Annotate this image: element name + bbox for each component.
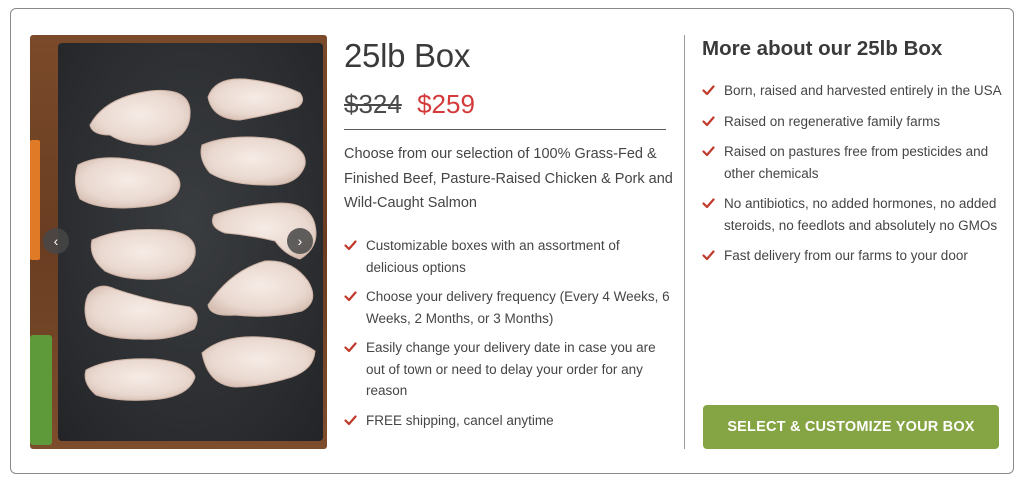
list-item: Easily change your delivery date in case… bbox=[344, 337, 674, 402]
list-item: Fast delivery from our farms to your doo… bbox=[702, 245, 1002, 267]
chevron-right-icon: › bbox=[297, 233, 303, 249]
about-list: Born, raised and harvested entirely in t… bbox=[702, 80, 1002, 276]
price-row: $324 $259 bbox=[344, 89, 475, 120]
list-item: Raised on pastures free from pesticides … bbox=[702, 141, 1002, 184]
about-text: Raised on pastures free from pesticides … bbox=[724, 144, 989, 181]
check-icon bbox=[702, 85, 715, 96]
about-text: No antibiotics, no added hormones, no ad… bbox=[724, 196, 998, 233]
carousel-prev-button[interactable]: ‹ bbox=[43, 228, 69, 254]
list-item: Raised on regenerative family farms bbox=[702, 111, 1002, 133]
product-description: Choose from our selection of 100% Grass-… bbox=[344, 146, 673, 211]
feature-text: Easily change your delivery date in case… bbox=[366, 340, 656, 398]
check-icon bbox=[344, 291, 357, 302]
check-icon bbox=[702, 115, 715, 126]
product-title: 25lb Box bbox=[344, 37, 471, 74]
about-text: Born, raised and harvested entirely in t… bbox=[724, 83, 1002, 98]
about-title: More about our 25lb Box bbox=[702, 37, 943, 60]
product-image-carousel[interactable]: ‹ › bbox=[30, 35, 327, 449]
product-card: ‹ › 25lb Box $324 $259 Choose from our s… bbox=[10, 8, 1014, 474]
about-text: Fast delivery from our farms to your doo… bbox=[724, 248, 968, 263]
check-icon bbox=[702, 198, 715, 209]
divider bbox=[344, 129, 666, 130]
check-icon bbox=[702, 146, 715, 157]
check-icon bbox=[344, 240, 357, 251]
select-customize-box-button[interactable]: SELECT & CUSTOMIZE YOUR BOX bbox=[703, 405, 999, 449]
feature-text: FREE shipping, cancel anytime bbox=[366, 412, 554, 428]
feature-text: Customizable boxes with an assortment of… bbox=[366, 238, 620, 275]
check-icon bbox=[702, 250, 715, 261]
chevron-left-icon: ‹ bbox=[53, 233, 59, 249]
original-price: $324 bbox=[344, 89, 402, 119]
check-icon bbox=[344, 414, 357, 425]
about-text: Raised on regenerative family farms bbox=[724, 113, 941, 129]
list-item: No antibiotics, no added hormones, no ad… bbox=[702, 193, 1002, 236]
check-icon bbox=[344, 342, 357, 353]
list-item: Born, raised and harvested entirely in t… bbox=[702, 80, 1002, 102]
chicken-pieces-image bbox=[74, 78, 317, 401]
list-item: FREE shipping, cancel anytime bbox=[344, 410, 674, 432]
sale-price: $259 bbox=[417, 89, 475, 119]
feature-text: Choose your delivery frequency (Every 4 … bbox=[366, 289, 670, 326]
feature-list: Customizable boxes with an assortment of… bbox=[344, 235, 674, 439]
carousel-next-button[interactable]: › bbox=[287, 228, 313, 254]
list-item: Choose your delivery frequency (Every 4 … bbox=[344, 286, 674, 329]
list-item: Customizable boxes with an assortment of… bbox=[344, 235, 674, 278]
column-divider bbox=[684, 35, 685, 449]
